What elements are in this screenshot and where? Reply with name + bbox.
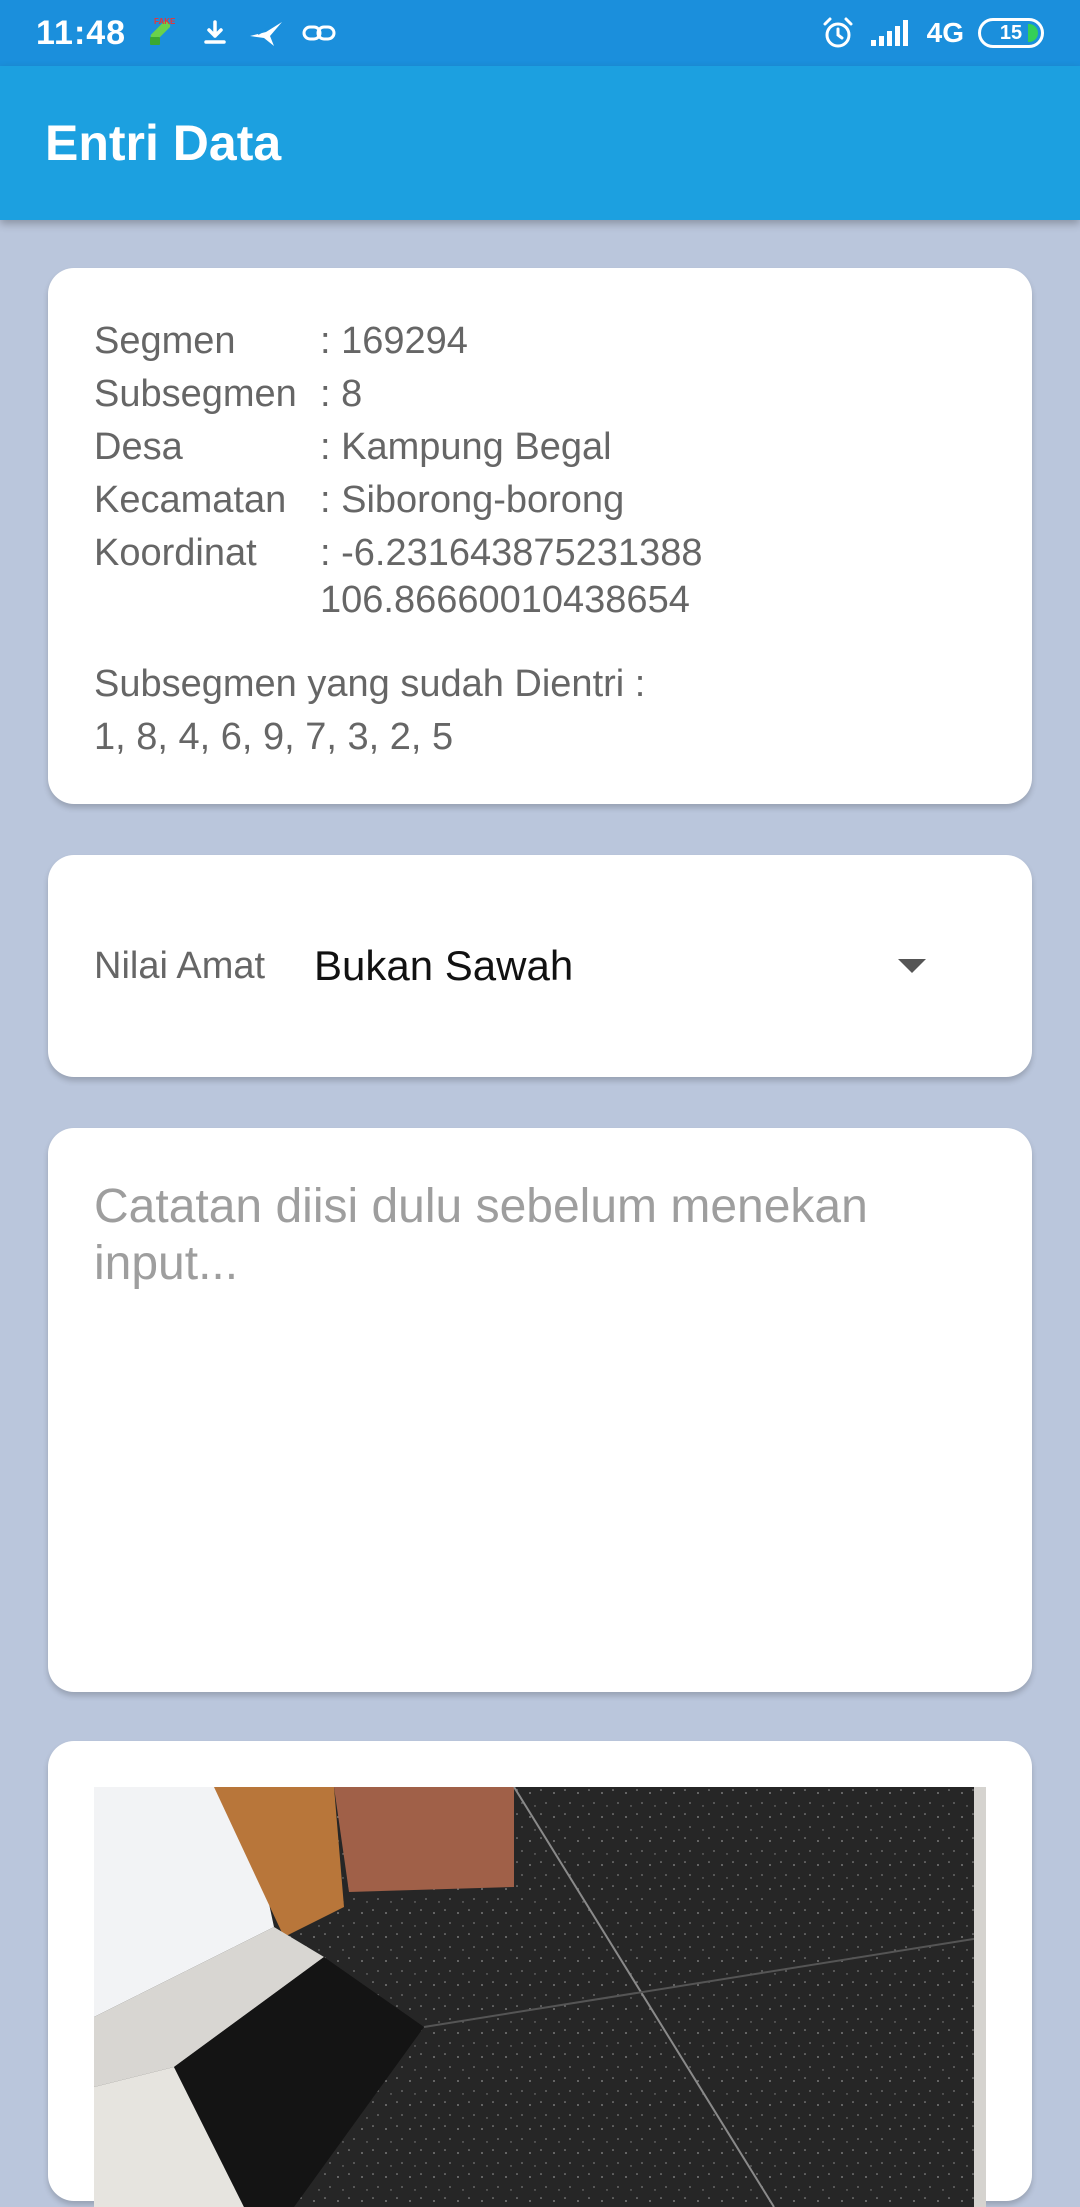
captured-photo[interactable] [94, 1787, 986, 2207]
info-value-subsegmen: : 8 [320, 373, 363, 415]
link-icon [302, 25, 336, 41]
info-grid: Segmen : 169294 Subsegmen : 8 Desa : Kam… [94, 318, 986, 624]
fake-gps-icon: FAKE [150, 17, 176, 45]
info-value-koordinat: : -6.231643875231388 106.86660010438654 [320, 532, 703, 621]
info-label-subsegmen: Subsegmen [94, 373, 297, 415]
status-time: 11:48 [36, 13, 127, 52]
info-label-kecamatan: Kecamatan [94, 479, 287, 521]
info-value-segmen: : 169294 [320, 320, 468, 362]
entered-subsegments: Subsegmen yang sudah Dientri : 1, 8, 4, … [94, 658, 986, 764]
info-label-segmen: Segmen [94, 320, 236, 362]
dropdown-arrow-icon [898, 959, 926, 973]
entered-subsegments-list: 1, 8, 4, 6, 9, 7, 3, 2, 5 [94, 716, 454, 758]
battery-level: 15 [999, 21, 1023, 44]
info-label-desa: Desa [94, 426, 183, 468]
download-icon [204, 20, 226, 44]
notes-card [48, 1128, 1032, 1692]
nilai-amat-card: Nilai Amat Bukan Sawah [48, 855, 1032, 1077]
network-type: 4G [926, 17, 964, 48]
nilai-amat-dropdown[interactable]: Bukan Sawah [314, 942, 986, 990]
info-value-kecamatan: : Siborong-borong [320, 479, 625, 521]
info-value-desa: : Kampung Begal [320, 426, 612, 468]
photo-card [48, 1741, 1032, 2207]
svg-text:FAKE: FAKE [154, 17, 176, 26]
notification-icons: FAKE [146, 15, 336, 51]
app-bar: Entri Data [0, 66, 1080, 220]
info-label-koordinat: Koordinat [94, 532, 257, 574]
notes-input[interactable] [94, 1178, 986, 1642]
alarm-icon [823, 17, 853, 48]
battery-icon: 15 [978, 18, 1044, 48]
signal-icon [870, 20, 908, 46]
photo-image [94, 1787, 986, 2207]
entered-subsegments-title: Subsegmen yang sudah Dientri : [94, 663, 646, 705]
status-bar: 11:48 FAKE 4G 15 [0, 0, 1080, 66]
page-title: Entri Data [45, 115, 282, 171]
segment-info-card: Segmen : 169294 Subsegmen : 8 Desa : Kam… [48, 268, 1032, 804]
nilai-amat-selected-value: Bukan Sawah [314, 942, 574, 989]
nilai-amat-label: Nilai Amat [94, 944, 266, 987]
system-icons: 4G 15 [821, 16, 1044, 50]
bird-icon [250, 22, 283, 46]
